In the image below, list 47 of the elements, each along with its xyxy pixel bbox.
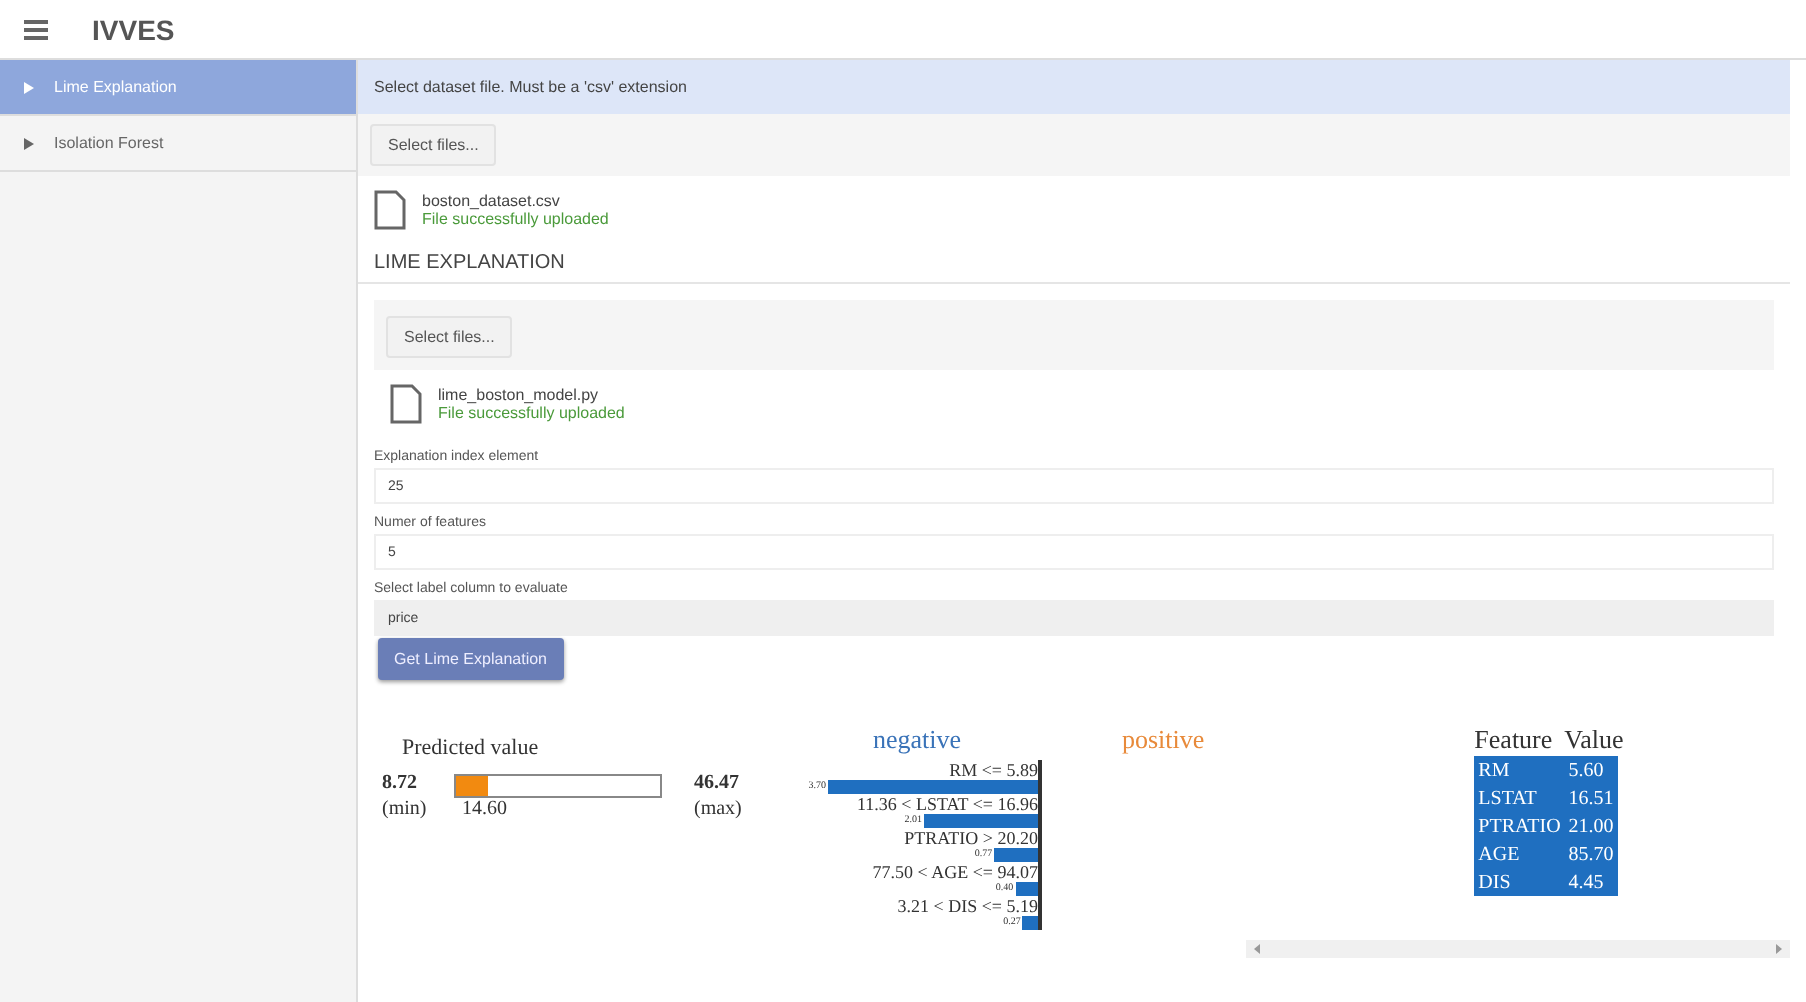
condition-label: PTRATIO > 20.20: [904, 828, 1038, 848]
table-cell: RM: [1478, 759, 1510, 781]
file-name: boston_dataset.csv: [422, 192, 562, 210]
table-cell: 21.00: [1568, 815, 1614, 837]
max-label: (max): [692, 798, 744, 820]
instruction-banner: Select dataset file. Must be a 'csv' extension: [358, 60, 1790, 114]
file-name: lime_boston_model.py: [438, 386, 601, 404]
upload-status: File successfully uploaded: [438, 404, 625, 422]
select-files-button[interactable]: Select files...: [370, 124, 497, 166]
upload-status: File successfully uploaded: [422, 210, 609, 228]
menu-icon[interactable]: [24, 19, 48, 39]
column-header: Value: [1564, 724, 1624, 756]
contribution-bar: [1022, 916, 1038, 930]
contribution-bar: [923, 814, 1038, 828]
table-cell: AGE: [1478, 843, 1520, 865]
condition-label: 3.21 < DIS <= 5.19: [897, 896, 1038, 916]
table-cell: LSTAT: [1478, 787, 1537, 809]
section-title: LIME EXPLANATION: [358, 244, 1790, 284]
condition-label: 11.36 < LSTAT <= 16.96: [856, 794, 1038, 814]
positive-title: positive: [1122, 724, 1205, 756]
table-cell: 16.51: [1568, 787, 1614, 809]
app-title: IVVES: [92, 13, 175, 45]
table-cell: 4.45: [1568, 871, 1604, 893]
table-cell: 85.70: [1568, 843, 1614, 865]
predicted-value: 14.60: [460, 798, 509, 820]
condition-label: RM <= 5.89: [949, 760, 1038, 780]
file-icon: [374, 190, 406, 230]
scroll-left-icon[interactable]: [1254, 944, 1260, 954]
contribution-bar: [994, 848, 1038, 862]
min-value: 8.72: [382, 772, 419, 794]
negative-title: negative: [872, 724, 962, 756]
caret-icon: [24, 137, 34, 149]
condition-label: 77.50 < AGE <= 94.07: [872, 862, 1038, 882]
caret-icon: [24, 81, 34, 93]
table-cell: 5.60: [1568, 759, 1604, 781]
table-cell: DIS: [1478, 871, 1511, 893]
chart-title: Predicted value: [402, 736, 539, 760]
max-value: 46.47: [692, 772, 741, 794]
contribution-bar: [1015, 882, 1038, 896]
horizontal-scrollbar[interactable]: [1246, 940, 1790, 958]
column-header: Feature: [1474, 724, 1553, 756]
scroll-right-icon[interactable]: [1776, 944, 1782, 954]
sidebar-item[interactable]: Isolation Forest: [0, 116, 356, 172]
file-icon: [390, 384, 422, 424]
table-cell: PTRATIO: [1478, 815, 1561, 837]
min-label: (min): [382, 798, 429, 820]
select-files-button[interactable]: Select files...: [386, 316, 513, 358]
